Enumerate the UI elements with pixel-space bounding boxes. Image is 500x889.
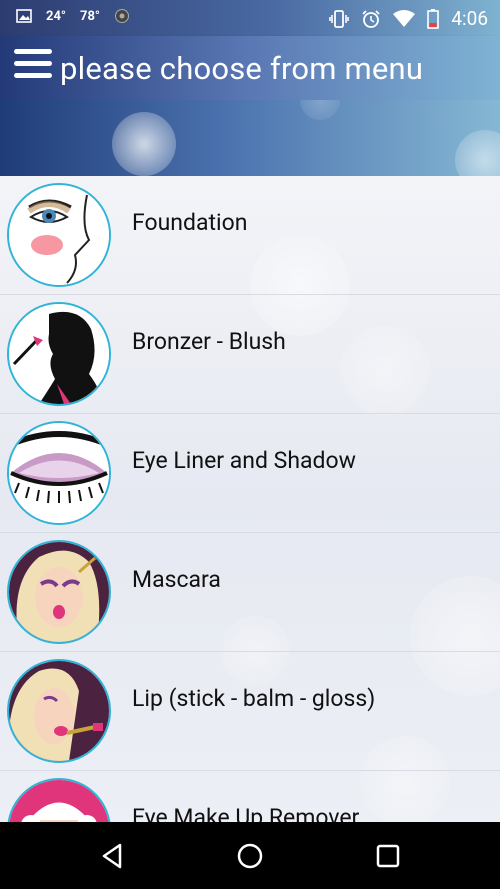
lipstick-girl-icon — [7, 659, 111, 763]
battery-icon — [427, 8, 440, 29]
hamburger-icon[interactable] — [14, 49, 52, 87]
remover-girl-icon — [7, 778, 111, 822]
temp-celsius: 24° — [46, 8, 66, 24]
menu-item-eye-makeup-remover[interactable]: Eye Make Up Remover — [0, 771, 500, 822]
back-icon[interactable] — [96, 840, 128, 872]
steam-icon — [114, 9, 129, 23]
header-banner — [0, 100, 500, 176]
menu-item-mascara[interactable]: Mascara — [0, 533, 500, 652]
menu-item-label: Eye Make Up Remover — [132, 804, 360, 822]
menu-item-foundation[interactable]: Foundation — [0, 176, 500, 295]
home-icon[interactable] — [234, 840, 266, 872]
wifi-icon — [393, 9, 416, 27]
temp-fahrenheit: 78° — [79, 8, 100, 24]
vibrate-icon — [329, 9, 350, 28]
image-icon — [16, 9, 32, 23]
menu-item-label: Mascara — [132, 566, 221, 593]
recents-icon[interactable] — [372, 840, 404, 872]
menu-item-label: Bronzer - Blush — [132, 328, 286, 355]
app-header: please choose from menu — [0, 36, 500, 100]
menu-item-label: Foundation — [132, 209, 248, 236]
silhouette-brush-icon — [7, 302, 111, 406]
menu-item-eye-liner-shadow[interactable]: Eye Liner and Shadow — [0, 414, 500, 533]
mascara-girl-icon — [7, 540, 111, 644]
eye-shadow-icon — [7, 421, 111, 525]
page-title: please choose from menu — [60, 50, 424, 87]
clock: 4:06 — [451, 7, 488, 30]
status-bar: 24° 78° 4:06 — [0, 0, 500, 36]
menu-item-label: Eye Liner and Shadow — [132, 447, 356, 474]
menu-item-lip[interactable]: Lip (stick - balm - gloss) — [0, 652, 500, 771]
face-eye-icon — [7, 183, 111, 287]
menu-item-bronzer-blush[interactable]: Bronzer - Blush — [0, 295, 500, 414]
navigation-bar — [0, 822, 500, 889]
menu-item-label: Lip (stick - balm - gloss) — [132, 685, 376, 712]
menu-list: Foundation Bronzer - Blush Eye Liner and… — [0, 176, 500, 822]
alarm-icon — [362, 9, 380, 28]
